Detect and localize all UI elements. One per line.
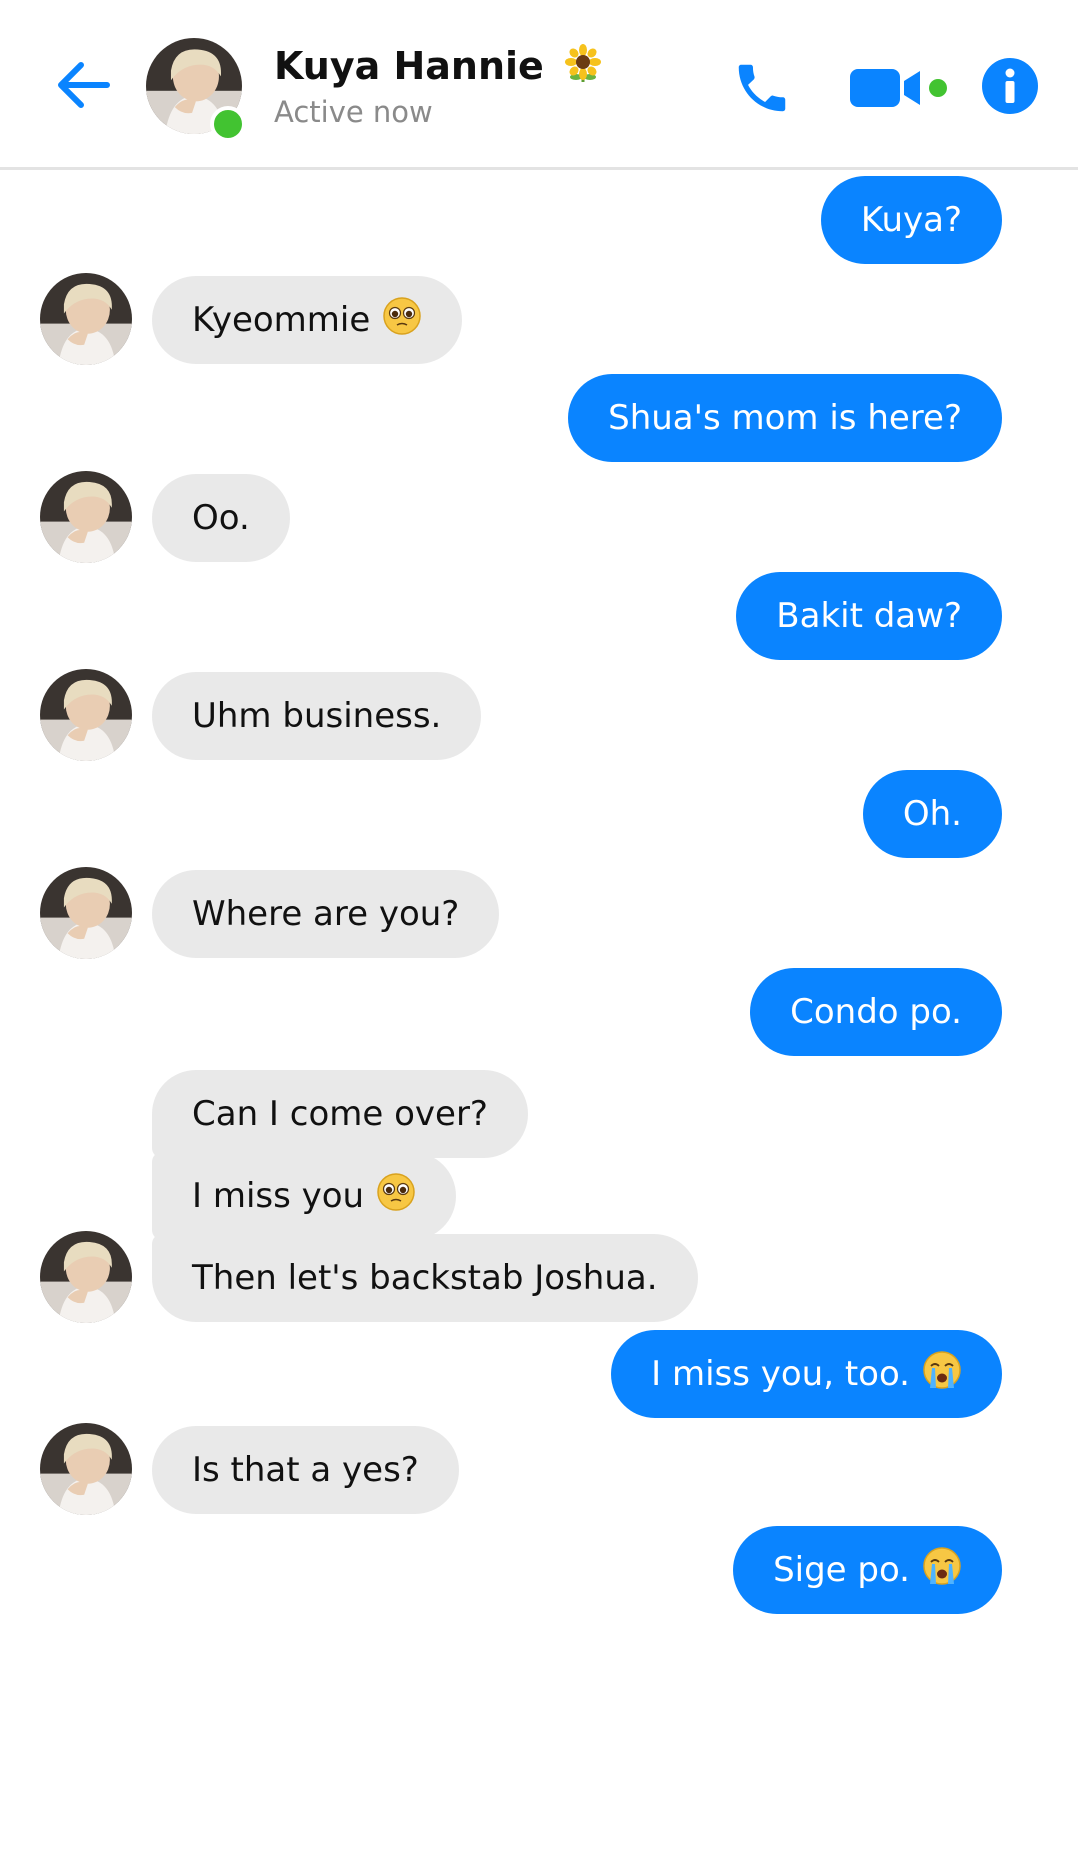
incoming-message-bubble[interactable]: Uhm business. [152, 672, 482, 760]
contact-avatar-small[interactable] [40, 669, 132, 761]
info-button[interactable] [980, 56, 1040, 116]
message-row: Sige po. [0, 1526, 1078, 1616]
active-status-dot [210, 106, 246, 142]
incoming-message-bubble[interactable]: Can I come over? [152, 1070, 528, 1158]
crying-face-icon [922, 1350, 962, 1399]
message-row: I miss you [0, 1152, 1078, 1242]
sunflower-icon [563, 44, 603, 93]
message-row: Shua's mom is here? [0, 374, 1078, 464]
message-row: Oh. [0, 770, 1078, 860]
arrow-left-icon [58, 62, 110, 108]
contact-avatar-small[interactable] [40, 1231, 132, 1323]
pleading-face-icon [376, 1172, 416, 1221]
crying-face-icon [922, 1546, 962, 1595]
message-row: Condo po. [0, 968, 1078, 1058]
contact-avatar-small[interactable] [40, 273, 132, 365]
outgoing-message-bubble[interactable]: Condo po. [750, 968, 1002, 1056]
chat-header: Kuya Hannie Active now [0, 0, 1078, 170]
pleading-face-icon [382, 296, 422, 345]
contact-avatar-small[interactable] [40, 1423, 132, 1515]
message-row: Oo. [0, 474, 1078, 564]
message-row: Can I come over? [0, 1070, 1078, 1160]
outgoing-message-bubble[interactable]: Sige po. [733, 1526, 1002, 1614]
incoming-message-bubble[interactable]: Is that a yes? [152, 1426, 459, 1514]
outgoing-message-bubble[interactable]: Shua's mom is here? [568, 374, 1002, 462]
incoming-message-bubble[interactable]: Then let's backstab Joshua. [152, 1234, 698, 1322]
contact-status: Active now [274, 95, 433, 129]
incoming-message-bubble[interactable]: Oo. [152, 474, 290, 562]
phone-icon [738, 64, 786, 112]
outgoing-message-bubble[interactable]: Oh. [862, 770, 1002, 858]
voice-call-button[interactable] [722, 48, 802, 128]
back-button[interactable] [48, 50, 118, 120]
outgoing-message-bubble[interactable]: I miss you, too. [611, 1330, 1002, 1418]
message-row: Uhm business. [0, 672, 1078, 762]
incoming-message-bubble[interactable]: Kyeommie [152, 276, 463, 364]
contact-avatar-small[interactable] [40, 867, 132, 959]
message-row: Is that a yes? [0, 1426, 1078, 1516]
outgoing-message-bubble[interactable]: Bakit daw? [736, 572, 1002, 660]
contact-name[interactable]: Kuya Hannie [274, 44, 603, 93]
message-row: Kuya? [0, 176, 1078, 266]
message-row: Kyeommie [0, 276, 1078, 366]
video-camera-icon [850, 69, 947, 107]
message-list[interactable]: Kuya? Kyeommie Shua's mom is here? Oo. B… [0, 170, 1078, 1873]
incoming-message-bubble[interactable]: I miss you [152, 1152, 457, 1240]
message-row: Where are you? [0, 870, 1078, 960]
contact-avatar-small[interactable] [40, 471, 132, 563]
message-row: I miss you, too. [0, 1330, 1078, 1420]
video-call-button[interactable] [846, 58, 956, 118]
message-row: Then let's backstab Joshua. [0, 1234, 1078, 1324]
outgoing-message-bubble[interactable]: Kuya? [820, 176, 1002, 264]
message-row: Bakit daw? [0, 572, 1078, 662]
info-icon [982, 58, 1038, 114]
incoming-message-bubble[interactable]: Where are you? [152, 870, 500, 958]
